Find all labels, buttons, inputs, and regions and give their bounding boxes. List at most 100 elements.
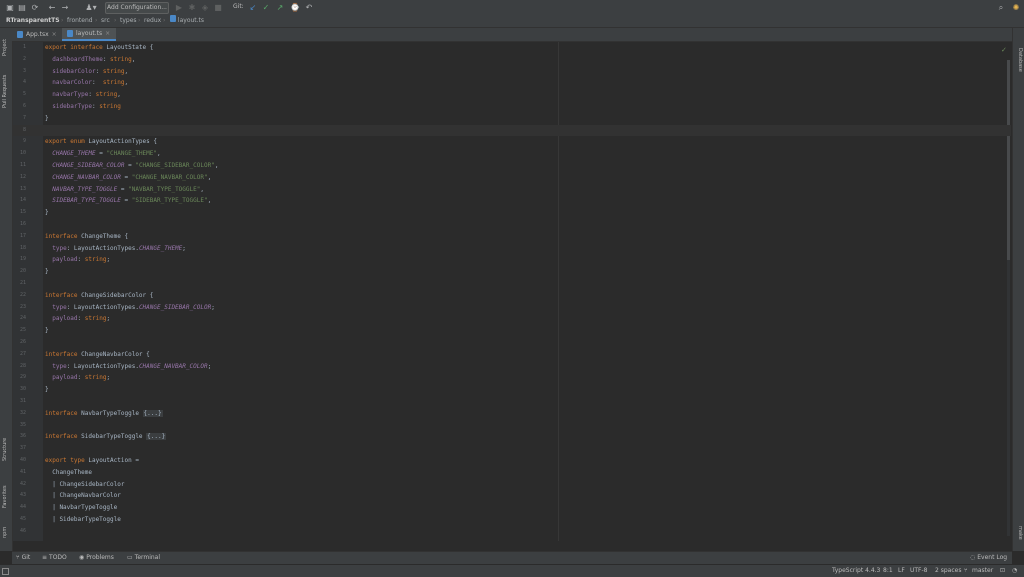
code-line[interactable]: 14 SIDEBAR_TYPE_TOGGLE = "SIDEBAR_TYPE_T… [13,195,1011,207]
code-line[interactable]: 36 interface SidebarTypeToggle {...} [13,431,1011,443]
back-icon[interactable]: ← [48,3,56,12]
tool-window-pull-requests[interactable]: Pull Requests [2,75,8,108]
code-line[interactable]: 12 CHANGE_NAVBAR_COLOR = "CHANGE_NAVBAR_… [13,172,1011,184]
code-line[interactable]: 25} [13,325,1011,337]
git-commit-icon[interactable]: ✓ [262,3,270,12]
code-line[interactable]: 5 navbarType: string, [13,89,1011,101]
search-icon[interactable]: ⌕ [997,3,1005,12]
code-line[interactable]: 4 navbarColor: string, [13,77,1011,89]
sync-icon[interactable]: ⟳ [31,3,39,12]
event-log-button[interactable]: ◌ Event Log [970,552,1007,564]
tool-window-bar: ⑂ Git ≡ TODO ◉ Problems ▭ Terminal ◌ Event Lo… [12,551,1012,564]
code-line[interactable]: 35 [13,420,1011,432]
collapsed-region[interactable]: {...} [146,433,167,441]
code-line[interactable]: 44 | NavbarTypeToggle [13,502,1011,514]
code-line[interactable]: 3 sidebarColor: string, [13,66,1011,78]
breadcrumb-frontend[interactable]: frontend [67,15,93,27]
forward-icon[interactable]: → [61,3,69,12]
lock-icon[interactable]: ⊡ [1000,565,1005,577]
code-line[interactable]: 1 export interface LayoutState { [13,42,1011,54]
tool-window-database[interactable]: Database [1017,48,1023,72]
tool-window-npm[interactable]: npm [2,527,8,538]
code-line[interactable]: 42 | ChangeSidebarColor [13,479,1011,491]
stop-icon[interactable]: ■ [214,3,222,12]
code-line[interactable]: 20} [13,266,1011,278]
code-line[interactable]: 17 interface ChangeTheme { [13,231,1011,243]
git-rollback-icon[interactable]: ↶ [305,3,313,12]
breadcrumb-types[interactable]: types [120,15,137,27]
git-update-icon[interactable]: ↙ [249,3,257,12]
breadcrumb-file[interactable]: layout.ts [170,15,204,27]
git-push-icon[interactable]: ↗ [276,3,284,12]
line-separator[interactable]: LF [898,565,905,577]
caret-position[interactable]: 8:1 [883,565,893,577]
code-line[interactable]: 26 [13,337,1011,349]
code-line[interactable]: 31 [13,396,1011,408]
code-line[interactable]: 15} [13,207,1011,219]
breadcrumb-project[interactable]: RTransparentTS [6,15,60,27]
open-folder-icon[interactable]: ▣ [6,3,14,12]
code-line[interactable]: 18 type: LayoutActionTypes.CHANGE_THEME; [13,243,1011,255]
tsx-file-icon [17,31,23,38]
code-line[interactable]: 6 sidebarType: string [13,101,1011,113]
indent-setting[interactable]: 2 spaces [935,565,961,577]
debug-icon[interactable]: ✱ [188,3,196,12]
terminal-tool-button[interactable]: ▭ Terminal [127,552,160,564]
git-branch[interactable]: master [972,565,993,577]
file-encoding[interactable]: UTF-8 [910,565,928,577]
code-line[interactable]: 23 type: LayoutActionTypes.CHANGE_SIDEBA… [13,302,1011,314]
code-line[interactable]: 40 export type LayoutAction = [13,455,1011,467]
main-toolbar: ▣ ▤ ⟳ ← → ♟▾ Add Configuration... ▶ ✱ ◈ … [0,0,1024,16]
tool-window-project[interactable]: Project [2,39,8,56]
git-history-icon[interactable]: ⌚ [290,3,300,12]
breadcrumb-redux[interactable]: redux [144,15,161,27]
tab-app-tsx[interactable]: App.tsx × [12,28,62,41]
code-line[interactable]: 46 [13,526,1011,538]
ts-file-icon [67,30,73,37]
problems-tool-button[interactable]: ◉ Problems [79,552,114,564]
tool-window-favorites[interactable]: Favorites [2,485,8,508]
code-line[interactable]: 2 dashboardTheme: string, [13,54,1011,66]
code-line[interactable]: 45 | SidebarTypeToggle [13,514,1011,526]
code-line[interactable]: 37 [13,443,1011,455]
breadcrumb-src[interactable]: src [101,15,110,27]
code-line[interactable]: 32 interface NavbarTypeToggle {...} [13,408,1011,420]
language-indicator[interactable]: TypeScript 4.4.3 [832,565,880,577]
code-line[interactable]: 13 NAVBAR_TYPE_TOGGLE = "NAVBAR_TYPE_TOG… [13,184,1011,196]
code-editor[interactable]: ✓ 1 export interface LayoutState { 2 dash… [13,42,1011,541]
add-configuration-button[interactable]: Add Configuration... [105,2,169,14]
tool-window-structure[interactable]: Structure [2,438,8,461]
tool-window-make[interactable]: make [1017,526,1023,540]
coverage-icon[interactable]: ◈ [201,3,209,12]
code-line-current[interactable]: 8 [13,124,1011,137]
tab-layout-ts[interactable]: layout.ts × [62,28,116,41]
code-line[interactable]: 43 | ChangeNavbarColor [13,490,1011,502]
editor-tabs: App.tsx × layout.ts × [12,28,1012,42]
code-line[interactable]: 28 type: LayoutActionTypes.CHANGE_NAVBAR… [13,361,1011,373]
close-icon[interactable]: × [105,27,110,40]
run-icon[interactable]: ▶ [175,3,183,12]
code-line[interactable]: 21 [13,278,1011,290]
updates-icon[interactable]: ✺ [1011,3,1021,12]
user-icon[interactable]: ♟▾ [84,3,98,12]
code-line[interactable]: 9 export enum LayoutActionTypes { [13,136,1011,148]
close-icon[interactable]: × [52,28,57,41]
code-line[interactable]: 19 payload: string; [13,254,1011,266]
code-line[interactable]: 24 payload: string; [13,313,1011,325]
todo-tool-button[interactable]: ≡ TODO [42,552,67,564]
code-line[interactable]: 22 interface ChangeSidebarColor { [13,290,1011,302]
code-line[interactable]: 10 CHANGE_THEME = "CHANGE_THEME", [13,148,1011,160]
code-line[interactable]: 11 CHANGE_SIDEBAR_COLOR = "CHANGE_SIDEBA… [13,160,1011,172]
layout-toggle-icon[interactable] [2,568,9,575]
code-line[interactable]: 7} [13,113,1011,125]
code-line[interactable]: 30} [13,384,1011,396]
git-tool-button[interactable]: ⑂ Git [16,552,30,564]
collapsed-region[interactable]: {...} [142,409,163,417]
list-icon: ≡ [42,554,48,561]
code-line[interactable]: 29 payload: string; [13,372,1011,384]
save-icon[interactable]: ▤ [18,3,26,12]
code-line[interactable]: 27 interface ChangeNavbarColor { [13,349,1011,361]
notifications-icon[interactable]: ◔ [1012,565,1017,577]
code-line[interactable]: 16 [13,219,1011,231]
code-line[interactable]: 41 ChangeTheme [13,467,1011,479]
